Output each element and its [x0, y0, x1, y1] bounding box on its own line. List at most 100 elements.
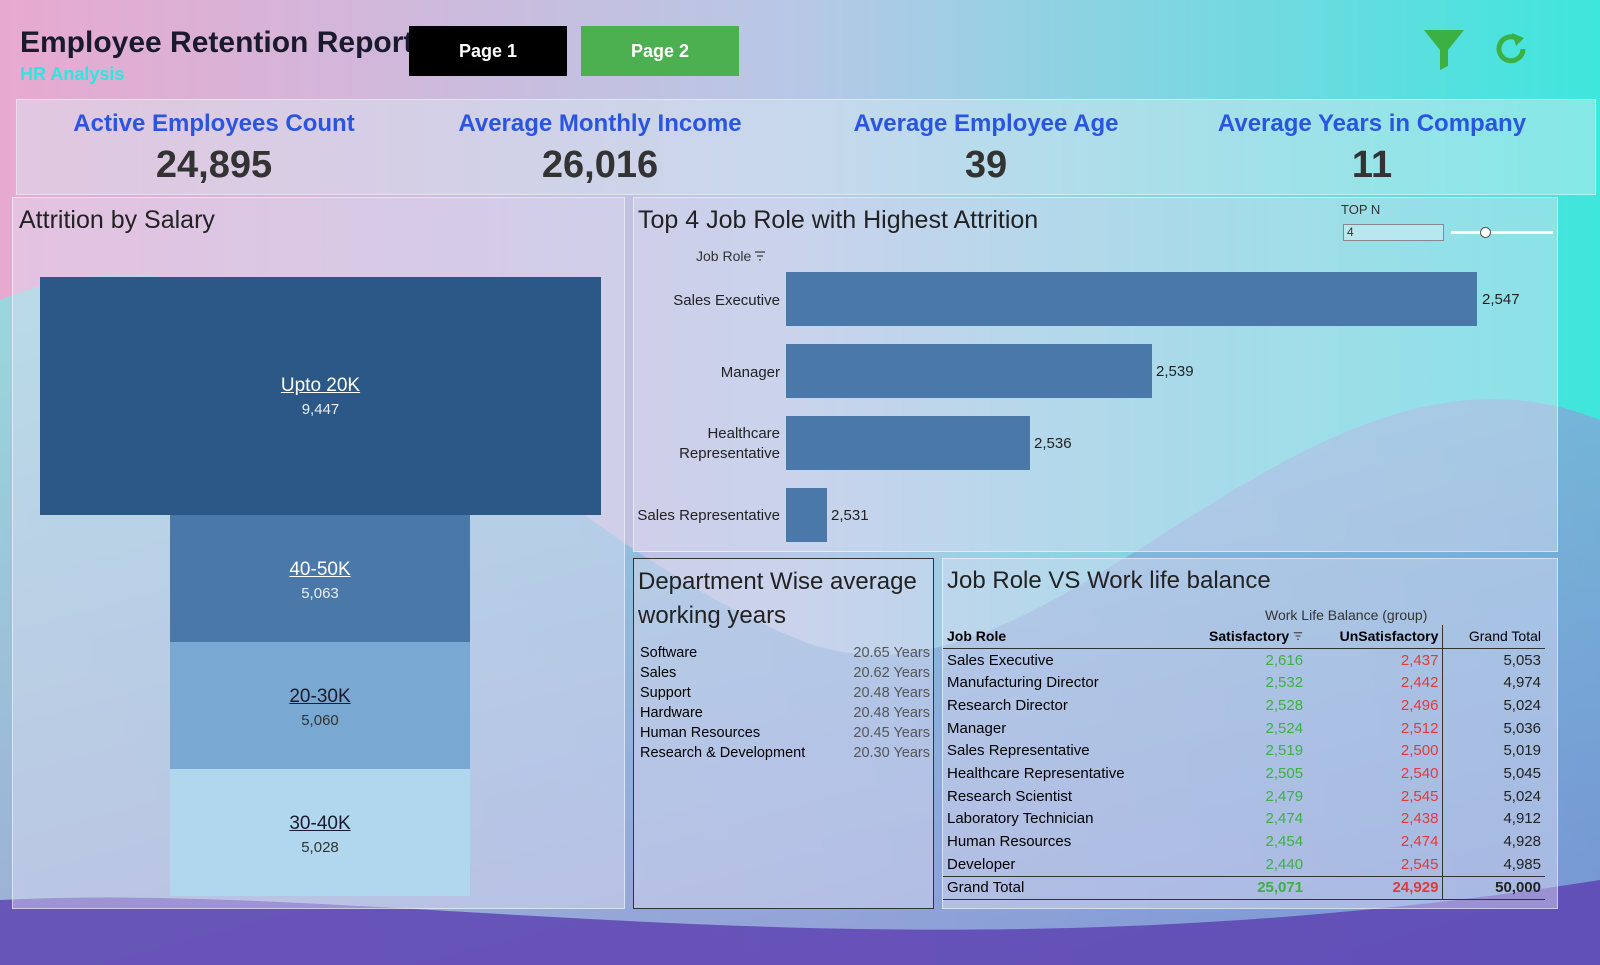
bar-value: 2,531 — [831, 507, 869, 524]
row-total: 4,928 — [1503, 833, 1541, 851]
funnel-value: 5,063 — [301, 585, 339, 602]
kpi-employee-age: Average Employee Age 39 — [789, 100, 1183, 187]
row-total: 4,985 — [1503, 855, 1541, 873]
funnel-category: 30-40K — [289, 813, 351, 834]
kpi-value: 11 — [1351, 144, 1393, 186]
page1-button[interactable]: Page 1 — [409, 26, 567, 76]
kpi-label: Active Employees Count — [73, 110, 355, 137]
funnel-category: 20-30K — [289, 686, 351, 707]
bar-label: Sales Executive — [673, 292, 780, 309]
funnel-segment[interactable]: 40-50K 5,063 — [170, 515, 470, 642]
row-role: Research Scientist — [947, 787, 1073, 805]
kpi-value: 26,016 — [541, 144, 659, 186]
report-subtitle: HR Analysis — [20, 64, 125, 84]
col-satisfactory[interactable]: Satisfactory — [1178, 625, 1307, 648]
table-row[interactable]: Developer 2,440 2,545 4,985 — [943, 852, 1545, 877]
row-sat: 2,454 — [1265, 833, 1304, 851]
grand-total-unsat: 24,929 — [1307, 876, 1444, 900]
row-role: Laboratory Technician — [947, 810, 1094, 828]
row-total: 4,912 — [1503, 810, 1541, 828]
table-row[interactable]: Manufacturing Director 2,532 2,442 4,974 — [943, 671, 1545, 695]
funnel-value: 5,060 — [301, 712, 339, 729]
row-sat: 2,528 — [1265, 696, 1304, 714]
grand-total-label: Grand Total — [947, 879, 1025, 897]
row-role: Manufacturing Director — [947, 674, 1099, 692]
kpi-value: 24,895 — [155, 144, 273, 186]
kpi-label: Average Monthly Income — [458, 110, 742, 137]
funnel-value: 5,028 — [301, 839, 339, 856]
funnel-category: 40-50K — [289, 559, 351, 580]
grand-total-sat: 25,071 — [1257, 879, 1304, 897]
row-sat: 2,474 — [1265, 810, 1304, 828]
list-item: Sales 20.62 Years — [640, 663, 930, 683]
bar[interactable] — [786, 416, 1030, 470]
row-total: 4,974 — [1503, 674, 1541, 692]
table-row[interactable]: Laboratory Technician 2,474 2,438 4,912 — [943, 807, 1545, 831]
funnel-segment[interactable]: 20-30K 5,060 — [170, 642, 470, 769]
page2-button[interactable]: Page 2 — [581, 26, 739, 76]
bar-value: 2,536 — [1034, 435, 1072, 452]
row-sat: 2,440 — [1265, 855, 1304, 873]
funnel-value: 9,447 — [301, 401, 340, 418]
funnel-segment[interactable]: 30-40K 5,028 — [170, 769, 470, 896]
dept-years: 20.62 Years — [853, 665, 930, 681]
wlb-panel: Job Role VS Work life balance Work Life … — [942, 558, 1558, 909]
row-role: Sales Executive — [947, 651, 1054, 669]
bar[interactable] — [786, 272, 1477, 326]
grand-total-total: 50,000 — [1495, 879, 1541, 897]
funnel-segment[interactable]: Upto 20K 9,447 — [40, 277, 601, 515]
sort-icon[interactable] — [754, 250, 766, 262]
row-unsat: 2,500 — [1307, 739, 1444, 763]
bar[interactable] — [786, 488, 827, 542]
list-item: Support 20.48 Years — [640, 683, 930, 703]
sort-icon[interactable] — [1293, 631, 1303, 641]
col-job-role: Job Role — [947, 628, 1007, 645]
table-row[interactable]: Sales Executive 2,616 2,437 5,053 — [943, 648, 1545, 672]
row-sat: 2,524 — [1265, 719, 1304, 737]
table-row[interactable]: Research Scientist 2,479 2,545 5,024 — [943, 784, 1545, 808]
row-unsat: 2,442 — [1307, 671, 1444, 695]
top-job-role-panel: Top 4 Job Role with Highest Attrition TO… — [633, 197, 1558, 552]
table-row[interactable]: Manager 2,524 2,512 5,036 — [943, 716, 1545, 740]
row-sat: 2,519 — [1265, 742, 1304, 760]
kpi-strip: Active Employees Count 24,895 Average Mo… — [16, 99, 1596, 195]
topn-input[interactable]: 4 — [1343, 224, 1444, 241]
top-job-role-title: Top 4 Job Role with Highest Attrition — [638, 206, 1039, 234]
bar-label: Sales Representative — [637, 507, 780, 524]
row-unsat: 2,545 — [1307, 784, 1444, 808]
list-item: Human Resources 20.45 Years — [640, 723, 930, 743]
topn-label: TOP N — [1341, 202, 1381, 217]
row-role: Research Director — [947, 696, 1068, 714]
list-item: Research & Development 20.30 Years — [640, 743, 930, 763]
list-item: Hardware 20.48 Years — [640, 703, 930, 723]
table-row[interactable]: Sales Representative 2,519 2,500 5,019 — [943, 739, 1545, 763]
dept-years: 20.45 Years — [853, 725, 930, 741]
wlb-group-header: Work Life Balance (group) — [1265, 607, 1428, 623]
bar-value: 2,539 — [1156, 363, 1194, 380]
col-grand-total: Grand Total — [1468, 628, 1541, 645]
row-sat: 2,532 — [1265, 674, 1304, 692]
row-role: Manager — [947, 719, 1007, 737]
dept-name: Support — [640, 685, 691, 701]
row-unsat: 2,540 — [1307, 762, 1444, 785]
dept-name: Research & Development — [640, 745, 806, 761]
topn-slider-track[interactable] — [1451, 231, 1553, 234]
col-unsatisfactory: UnSatisfactory — [1307, 625, 1444, 649]
bar-value: 2,547 — [1482, 291, 1520, 308]
row-role: Human Resources — [947, 833, 1072, 851]
table-row[interactable]: Human Resources 2,454 2,474 4,928 — [943, 830, 1545, 853]
row-sat: 2,505 — [1265, 764, 1304, 782]
kpi-active-employees: Active Employees Count 24,895 — [17, 100, 411, 187]
grand-total-row[interactable]: Grand Total 25,071 24,929 50,000 — [943, 876, 1545, 900]
bar[interactable] — [786, 344, 1152, 398]
row-unsat: 2,474 — [1307, 830, 1444, 853]
refresh-icon[interactable] — [1492, 30, 1530, 68]
topn-slider-handle[interactable] — [1480, 227, 1491, 238]
col-satisfactory-label: Satisfactory — [1209, 628, 1290, 645]
table-row[interactable]: Research Director 2,528 2,496 5,024 — [943, 694, 1545, 717]
row-total: 5,036 — [1503, 719, 1541, 737]
dept-name: Sales — [640, 665, 677, 681]
table-row[interactable]: Healthcare Representative 2,505 2,540 5,045 — [943, 762, 1545, 785]
filter-icon[interactable] — [1422, 26, 1466, 70]
job-role-axis-label: Job Role — [696, 248, 752, 264]
